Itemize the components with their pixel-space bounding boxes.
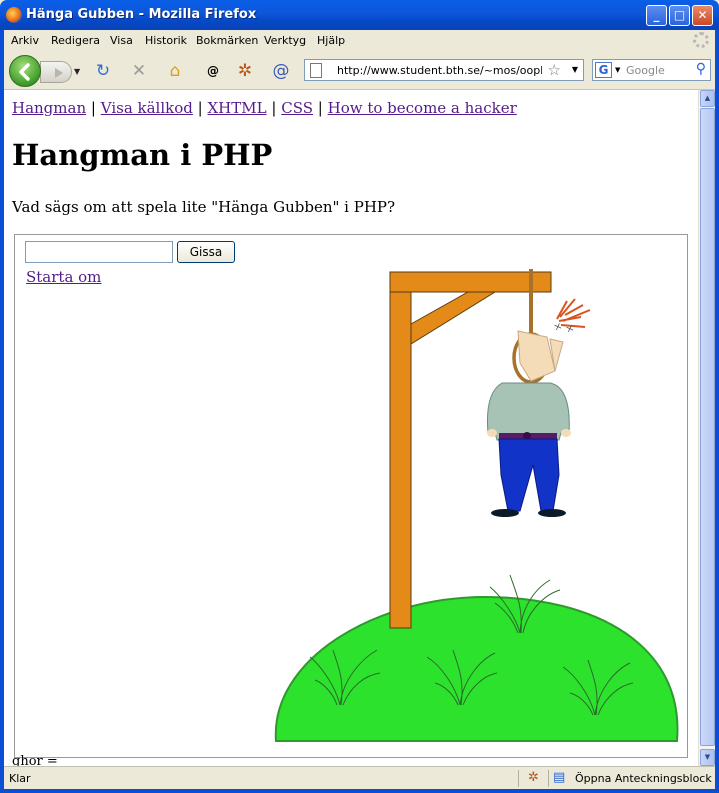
- menu-arkiv[interactable]: Arkiv: [11, 34, 39, 47]
- scroll-up-button[interactable]: ▲: [700, 90, 715, 107]
- home-icon[interactable]: ⌂: [164, 60, 186, 82]
- nav-separator: |: [90, 99, 96, 117]
- navigation-toolbar: ▼ ↻ ✕ ⌂ @ ✲ @ http://www.student.bth.se/…: [4, 52, 715, 90]
- minimize-button[interactable]: _: [646, 5, 667, 26]
- maximize-button[interactable]: □: [669, 5, 690, 26]
- hanged-man: × ×: [486, 298, 591, 517]
- bookmark-star-icon[interactable]: ☆: [548, 61, 561, 79]
- search-icon[interactable]: ⚲: [696, 61, 706, 77]
- scrollbar-thumb[interactable]: [700, 108, 715, 746]
- menu-visa[interactable]: Visa: [110, 34, 133, 47]
- google-engine-icon[interactable]: G: [595, 62, 612, 78]
- menu-redigera[interactable]: Redigera: [51, 34, 100, 47]
- status-divider: [518, 770, 519, 787]
- engine-dropdown-icon[interactable]: ▼: [615, 66, 620, 74]
- status-text: Klar: [9, 772, 31, 785]
- hangman-illustration: × ×: [274, 269, 679, 742]
- title-bar: Hänga Gubben - Mozilla Firefox _ □ ✕: [0, 0, 719, 30]
- firefox-icon: [6, 7, 22, 23]
- nav-separator: |: [197, 99, 203, 117]
- game-area: × × Gissa Starta om: [14, 234, 688, 758]
- page-nav: Hangman | Visa källkod | XHTML | CSS | H…: [12, 99, 517, 117]
- url-text[interactable]: http://www.student.bth.se/~mos/oophp/r: [337, 64, 542, 77]
- notepad-icon[interactable]: ▤: [553, 770, 565, 785]
- search-placeholder[interactable]: Google: [626, 64, 665, 77]
- window-frame-left: [0, 30, 4, 793]
- page-title: Hangman i PHP: [12, 138, 273, 172]
- extension-icon[interactable]: @: [270, 60, 292, 82]
- cut-off-text: ghor =: [12, 754, 58, 766]
- vertical-scrollbar[interactable]: ▲ ▼: [698, 90, 715, 766]
- guess-button[interactable]: Gissa: [177, 241, 235, 263]
- back-button[interactable]: [9, 55, 41, 87]
- link-hangman[interactable]: Hangman: [12, 99, 86, 117]
- restart-link[interactable]: Starta om: [26, 268, 101, 286]
- validator-icon[interactable]: @: [202, 60, 224, 82]
- menu-hjalp[interactable]: Hjälp: [317, 34, 345, 47]
- forward-button[interactable]: [40, 61, 72, 83]
- scroll-down-button[interactable]: ▼: [700, 749, 715, 766]
- status-divider: [548, 770, 549, 787]
- link-xhtml[interactable]: XHTML: [208, 99, 267, 117]
- svg-text:×: ×: [564, 323, 576, 336]
- intro-text: Vad sägs om att spela lite "Hänga Gubben…: [12, 198, 396, 216]
- menu-historik[interactable]: Historik: [145, 34, 187, 47]
- window-title: Hänga Gubben - Mozilla Firefox: [26, 7, 257, 22]
- notepad-label[interactable]: Öppna Anteckningsblock: [575, 772, 712, 785]
- hill: [274, 595, 679, 742]
- reload-icon[interactable]: ↻: [92, 60, 114, 82]
- search-box[interactable]: G ▼ Google ⚲: [592, 59, 711, 81]
- firebug-status-icon[interactable]: ✲: [528, 770, 539, 785]
- close-button[interactable]: ✕: [692, 5, 713, 26]
- menu-bar: Arkiv Redigera Visa Historik Bokmärken V…: [4, 30, 715, 52]
- menu-bokmarken[interactable]: Bokmärken: [196, 34, 258, 47]
- page-icon: [310, 63, 322, 78]
- window-frame-bottom: [0, 789, 719, 793]
- window-frame-right: [715, 30, 719, 793]
- nav-separator: |: [271, 99, 277, 117]
- url-dropdown-icon[interactable]: ▼: [572, 65, 578, 74]
- nav-separator: |: [317, 99, 323, 117]
- back-arrow-icon: [19, 63, 30, 81]
- link-hacker[interactable]: How to become a hacker: [328, 99, 517, 117]
- page-viewport: Hangman | Visa källkod | XHTML | CSS | H…: [4, 90, 698, 766]
- stop-icon[interactable]: ✕: [128, 60, 150, 82]
- link-css[interactable]: CSS: [281, 99, 313, 117]
- guess-input[interactable]: [25, 241, 173, 263]
- url-bar[interactable]: http://www.student.bth.se/~mos/oophp/r ☆…: [304, 59, 584, 81]
- status-bar: Klar ✲ ▤ Öppna Anteckningsblock: [4, 766, 715, 789]
- menu-verktyg[interactable]: Verktyg: [264, 34, 306, 47]
- throbber-icon: [693, 32, 709, 48]
- history-dropdown-icon[interactable]: ▼: [74, 67, 80, 76]
- firebug-icon[interactable]: ✲: [234, 60, 256, 82]
- link-visa-kallkod[interactable]: Visa källkod: [101, 99, 193, 117]
- svg-text:×: ×: [552, 321, 564, 334]
